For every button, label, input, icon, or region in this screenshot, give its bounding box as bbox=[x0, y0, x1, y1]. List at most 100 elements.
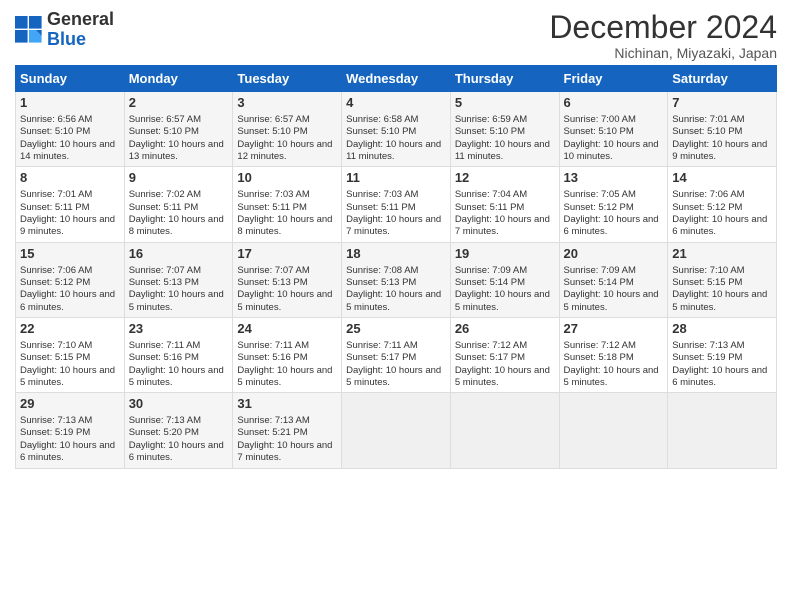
sunset-text: Sunset: 5:12 PM bbox=[20, 277, 90, 288]
table-row: 12Sunrise: 7:04 AMSunset: 5:11 PMDayligh… bbox=[450, 167, 559, 242]
calendar-row: 29Sunrise: 7:13 AMSunset: 5:19 PMDayligh… bbox=[16, 393, 777, 468]
sunset-text: Sunset: 5:19 PM bbox=[672, 352, 742, 363]
table-row bbox=[668, 393, 777, 468]
table-row: 24Sunrise: 7:11 AMSunset: 5:16 PMDayligh… bbox=[233, 317, 342, 392]
table-row: 8Sunrise: 7:01 AMSunset: 5:11 PMDaylight… bbox=[16, 167, 125, 242]
day-number: 2 bbox=[129, 95, 229, 112]
table-row: 9Sunrise: 7:02 AMSunset: 5:11 PMDaylight… bbox=[124, 167, 233, 242]
day-number: 17 bbox=[237, 246, 337, 263]
day-number: 18 bbox=[346, 246, 446, 263]
daylight-text: Daylight: 10 hours and 8 minutes. bbox=[237, 214, 332, 237]
col-monday: Monday bbox=[124, 66, 233, 92]
table-row: 20Sunrise: 7:09 AMSunset: 5:14 PMDayligh… bbox=[559, 242, 668, 317]
sunset-text: Sunset: 5:12 PM bbox=[672, 202, 742, 213]
day-number: 16 bbox=[129, 246, 229, 263]
table-row: 21Sunrise: 7:10 AMSunset: 5:15 PMDayligh… bbox=[668, 242, 777, 317]
sunset-text: Sunset: 5:11 PM bbox=[20, 202, 90, 213]
main-container: General Blue December 2024 Nichinan, Miy… bbox=[0, 0, 792, 479]
table-row: 11Sunrise: 7:03 AMSunset: 5:11 PMDayligh… bbox=[342, 167, 451, 242]
day-number: 4 bbox=[346, 95, 446, 112]
table-row: 28Sunrise: 7:13 AMSunset: 5:19 PMDayligh… bbox=[668, 317, 777, 392]
sunset-text: Sunset: 5:15 PM bbox=[20, 352, 90, 363]
daylight-text: Daylight: 10 hours and 9 minutes. bbox=[672, 139, 767, 162]
table-row: 13Sunrise: 7:05 AMSunset: 5:12 PMDayligh… bbox=[559, 167, 668, 242]
sunset-text: Sunset: 5:10 PM bbox=[564, 126, 634, 137]
day-number: 12 bbox=[455, 170, 555, 187]
day-number: 15 bbox=[20, 246, 120, 263]
day-number: 29 bbox=[20, 396, 120, 413]
daylight-text: Daylight: 10 hours and 7 minutes. bbox=[346, 214, 441, 237]
table-row: 15 Sunrise: 7:06 AMSunset: 5:12 PMDayligh… bbox=[16, 242, 125, 317]
day-number: 3 bbox=[237, 95, 337, 112]
sunset-text: Sunset: 5:14 PM bbox=[564, 277, 634, 288]
table-row: 1Sunrise: 6:56 AMSunset: 5:10 PMDaylight… bbox=[16, 92, 125, 167]
daylight-text: Daylight: 10 hours and 10 minutes. bbox=[564, 139, 659, 162]
day-number: 7 bbox=[672, 95, 772, 112]
daylight-text: Daylight: 10 hours and 5 minutes. bbox=[129, 365, 224, 388]
daylight-text: Daylight: 10 hours and 7 minutes. bbox=[237, 440, 332, 463]
sunrise-text: Sunrise: 7:11 AM bbox=[129, 340, 201, 351]
sunrise-text: Sunrise: 7:13 AM bbox=[20, 415, 92, 426]
calendar-row: 22Sunrise: 7:10 AMSunset: 5:15 PMDayligh… bbox=[16, 317, 777, 392]
sunrise-text: Sunrise: 6:59 AM bbox=[455, 114, 527, 125]
day-number: 23 bbox=[129, 321, 229, 338]
logo: General Blue bbox=[15, 10, 114, 50]
daylight-text: Daylight: 10 hours and 8 minutes. bbox=[129, 214, 224, 237]
daylight-text: Daylight: 10 hours and 5 minutes. bbox=[564, 289, 659, 312]
daylight-text: Daylight: 10 hours and 13 minutes. bbox=[129, 139, 224, 162]
daylight-text: Daylight: 10 hours and 6 minutes. bbox=[672, 214, 767, 237]
sunset-text: Sunset: 5:12 PM bbox=[564, 202, 634, 213]
day-number: 9 bbox=[129, 170, 229, 187]
daylight-text: Daylight: 10 hours and 5 minutes. bbox=[455, 365, 550, 388]
table-row bbox=[559, 393, 668, 468]
daylight-text: Daylight: 10 hours and 9 minutes. bbox=[20, 214, 115, 237]
col-thursday: Thursday bbox=[450, 66, 559, 92]
day-number: 6 bbox=[564, 95, 664, 112]
daylight-text: Daylight: 10 hours and 14 minutes. bbox=[20, 139, 115, 162]
month-title: December 2024 bbox=[549, 10, 777, 45]
calendar-table: Sunday Monday Tuesday Wednesday Thursday… bbox=[15, 65, 777, 468]
sunset-text: Sunset: 5:21 PM bbox=[237, 427, 307, 438]
calendar-row: 15Sunrise: 7:06 AMSunset: 5:12 PMDayligh… bbox=[16, 242, 777, 317]
daylight-text: Daylight: 10 hours and 11 minutes. bbox=[346, 139, 441, 162]
day-number: 14 bbox=[672, 170, 772, 187]
sunset-text: Sunset: 5:11 PM bbox=[237, 202, 307, 213]
sunset-text: Sunset: 5:10 PM bbox=[346, 126, 416, 137]
sunrise-text: Sunrise: 7:13 AM bbox=[672, 340, 744, 351]
sunrise-text: Sunrise: 7:07 AM bbox=[237, 265, 309, 276]
sunrise-text: Sunrise: 7:08 AM bbox=[346, 265, 418, 276]
sunset-text: Sunset: 5:20 PM bbox=[129, 427, 199, 438]
daylight-text: Daylight: 10 hours and 5 minutes. bbox=[564, 365, 659, 388]
table-row: 25Sunrise: 7:11 AMSunset: 5:17 PMDayligh… bbox=[342, 317, 451, 392]
sunrise-text: Sunrise: 6:56 AM bbox=[20, 114, 92, 125]
sunrise-text: Sunrise: 7:11 AM bbox=[237, 340, 309, 351]
table-row: 19Sunrise: 7:09 AMSunset: 5:14 PMDayligh… bbox=[450, 242, 559, 317]
daylight-text: Daylight: 10 hours and 6 minutes. bbox=[129, 440, 224, 463]
sunset-text: Sunset: 5:13 PM bbox=[237, 277, 307, 288]
day-number: 24 bbox=[237, 321, 337, 338]
day-number: 19 bbox=[455, 246, 555, 263]
sunset-text: Sunset: 5:11 PM bbox=[129, 202, 199, 213]
col-friday: Friday bbox=[559, 66, 668, 92]
sunrise-text: Sunrise: 7:04 AM bbox=[455, 189, 527, 200]
col-saturday: Saturday bbox=[668, 66, 777, 92]
daylight-text: Daylight: 10 hours and 6 minutes. bbox=[564, 214, 659, 237]
sunset-text: Sunset: 5:10 PM bbox=[672, 126, 742, 137]
sunset-text: Sunset: 5:14 PM bbox=[455, 277, 525, 288]
sunrise-text: Sunrise: 7:12 AM bbox=[564, 340, 636, 351]
daylight-text: Daylight: 10 hours and 12 minutes. bbox=[237, 139, 332, 162]
sunrise-text: Sunrise: 6:57 AM bbox=[129, 114, 201, 125]
daylight-text: Daylight: 10 hours and 6 minutes. bbox=[20, 289, 115, 312]
sunset-text: Sunset: 5:10 PM bbox=[237, 126, 307, 137]
sunrise-text: Sunrise: 7:06 AM bbox=[20, 265, 92, 276]
logo-general-text: General bbox=[47, 9, 114, 29]
sunset-text: Sunset: 5:11 PM bbox=[455, 202, 525, 213]
col-tuesday: Tuesday bbox=[233, 66, 342, 92]
table-row: 30Sunrise: 7:13 AMSunset: 5:20 PMDayligh… bbox=[124, 393, 233, 468]
table-row: 7Sunrise: 7:01 AMSunset: 5:10 PMDaylight… bbox=[668, 92, 777, 167]
sunset-text: Sunset: 5:13 PM bbox=[346, 277, 416, 288]
daylight-text: Daylight: 10 hours and 11 minutes. bbox=[455, 139, 550, 162]
header: General Blue December 2024 Nichinan, Miy… bbox=[15, 10, 777, 61]
table-row: 17Sunrise: 7:07 AMSunset: 5:13 PMDayligh… bbox=[233, 242, 342, 317]
table-row bbox=[450, 393, 559, 468]
